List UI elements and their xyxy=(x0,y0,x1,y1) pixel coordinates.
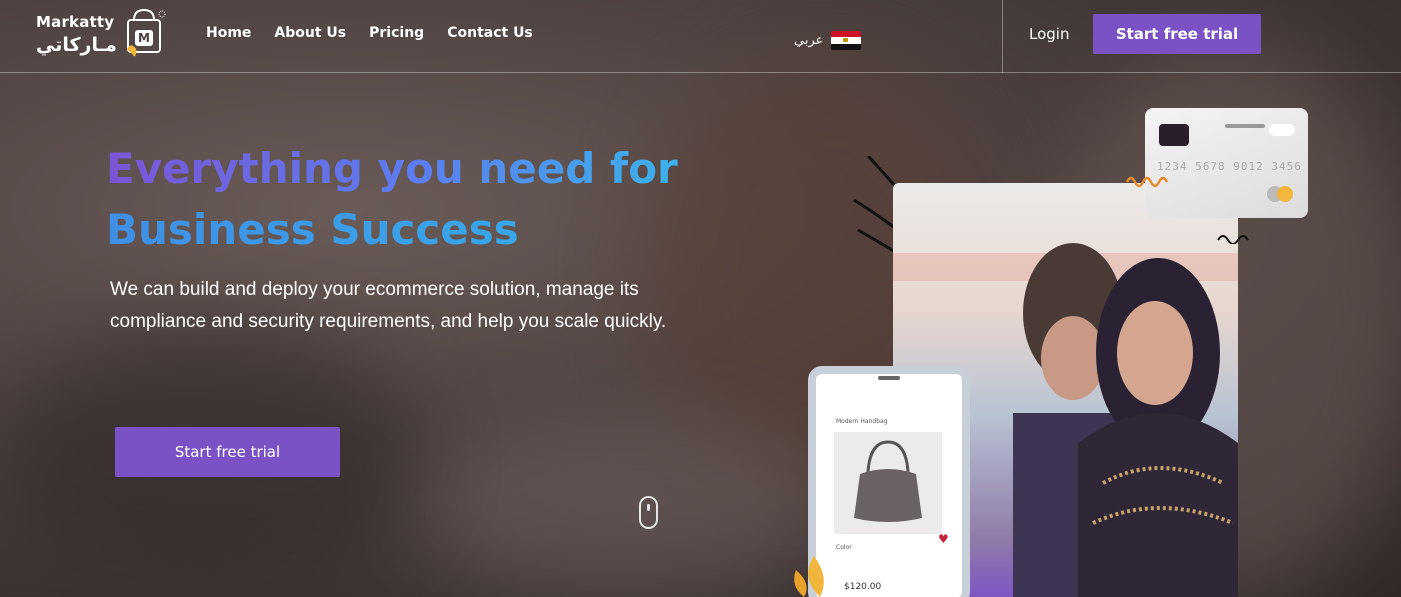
phone-price: $120.00 xyxy=(844,582,882,592)
phone-notch xyxy=(878,376,900,380)
start-free-trial-nav-button[interactable]: Start free trial xyxy=(1093,14,1261,54)
shopping-bag-logo-icon: M xyxy=(127,8,166,57)
background-blur xyxy=(420,420,840,597)
nav-divider xyxy=(1002,0,1003,73)
squiggle-black xyxy=(1217,235,1249,244)
svg-text:M: M xyxy=(138,31,150,45)
language-switcher[interactable]: عربي xyxy=(794,31,862,50)
heart-icon: ♥ xyxy=(938,532,949,546)
card-logo-icon xyxy=(1277,186,1293,202)
nav-contact-us[interactable]: Contact Us xyxy=(447,25,533,41)
card-chip-icon xyxy=(1159,124,1189,146)
nav-pricing[interactable]: Pricing xyxy=(369,25,424,41)
phone-breadcrumb: Modern Handbag xyxy=(836,418,888,425)
card-line xyxy=(1225,124,1265,128)
brand-name-en: Markatty xyxy=(36,13,115,31)
brand-name-ar: مـاركاتي xyxy=(36,34,117,56)
phone-color-label: Color xyxy=(836,544,852,551)
brand-logo[interactable]: Markatty مـاركاتي M xyxy=(34,6,178,66)
hero-title: Everything you need for Business Success xyxy=(106,138,678,260)
card-toggle xyxy=(1269,124,1295,136)
hero-title-line2: Business Success xyxy=(106,199,678,260)
egypt-flag-icon xyxy=(831,31,862,50)
language-label: عربي xyxy=(794,33,824,48)
product-image xyxy=(834,432,942,534)
squiggle-orange xyxy=(1125,176,1169,188)
credit-card: 1234 5678 9012 3456 xyxy=(1145,108,1308,218)
nav-about-us[interactable]: About Us xyxy=(274,25,346,41)
login-link[interactable]: Login xyxy=(1029,25,1069,43)
hero-description: We can build and deploy your ecommerce s… xyxy=(110,279,667,332)
main-nav: Home About Us Pricing Contact Us xyxy=(206,25,533,41)
handbag-icon xyxy=(854,440,922,522)
leaf-decoration xyxy=(794,556,824,597)
navbar: Markatty مـاركاتي M Home About Us Pricin… xyxy=(0,0,1401,73)
card-number: 1234 5678 9012 3456 xyxy=(1157,160,1302,173)
nav-home[interactable]: Home xyxy=(206,25,251,41)
start-free-trial-hero-button[interactable]: Start free trial xyxy=(115,427,340,477)
scroll-mouse-icon[interactable] xyxy=(639,496,658,529)
hero-title-line1: Everything you need for xyxy=(106,138,678,199)
